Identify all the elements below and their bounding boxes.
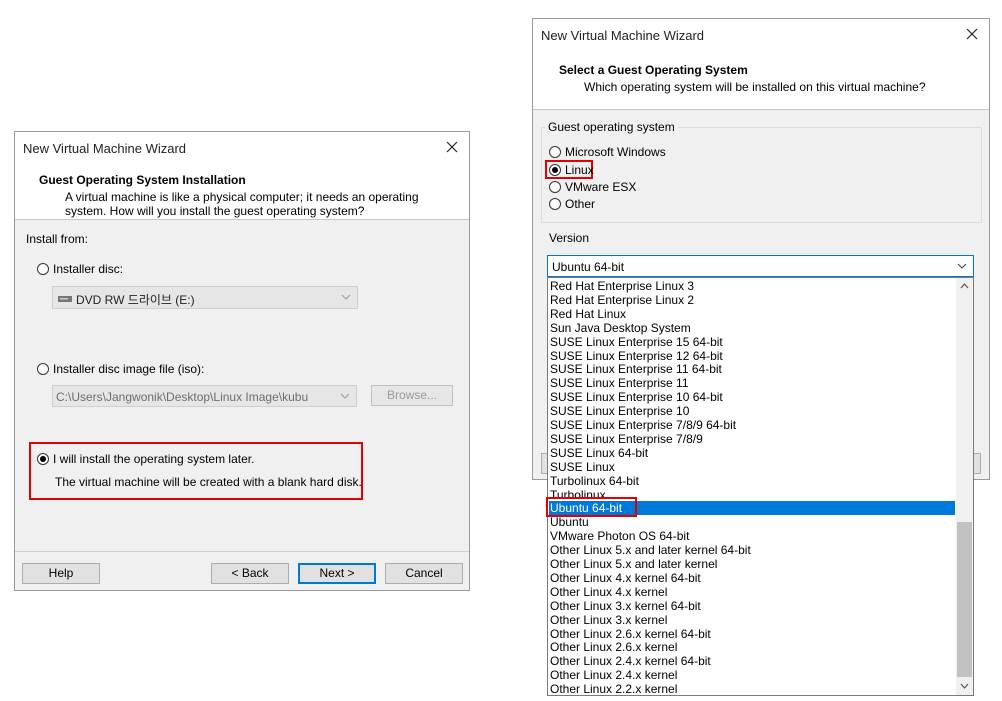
next-button[interactable]: Next > <box>298 563 376 584</box>
version-list-item[interactable]: Other Linux 3.x kernel 64-bit <box>550 599 701 613</box>
left-title-bar: New Virtual Machine Wizard <box>15 132 469 164</box>
version-list-item[interactable]: SUSE Linux 64-bit <box>550 446 648 460</box>
install-later-label[interactable]: I will install the operating system late… <box>53 452 254 466</box>
version-list-item[interactable]: SUSE Linux Enterprise 12 64-bit <box>550 349 723 363</box>
ubuntu-item-highlight <box>546 497 637 517</box>
version-list-item[interactable]: SUSE Linux Enterprise 10 <box>550 404 689 418</box>
os-radio-linux[interactable] <box>549 164 561 176</box>
left-header-subtitle-1: A virtual machine is like a physical com… <box>65 190 419 204</box>
right-header-title: Select a Guest Operating System <box>559 63 748 77</box>
version-list-item[interactable]: SUSE Linux Enterprise 7/8/9 64-bit <box>550 418 736 432</box>
later-option-highlight <box>29 442 363 500</box>
browse-button[interactable]: Browse... <box>371 385 453 406</box>
install-from-label: Install from: <box>26 232 89 246</box>
version-group-label: Version <box>549 231 590 245</box>
version-list-item[interactable]: VMware Photon OS 64-bit <box>550 529 689 543</box>
cancel-button[interactable]: Cancel <box>385 563 463 584</box>
iso-radio[interactable] <box>37 363 49 375</box>
version-list-item[interactable]: SUSE Linux Enterprise 15 64-bit <box>550 335 723 349</box>
version-list-item[interactable]: Other Linux 2.4.x kernel 64-bit <box>550 654 711 668</box>
version-list-item[interactable]: Other Linux 2.6.x kernel <box>550 640 677 654</box>
right-header-subtitle: Which operating system will be installed… <box>584 80 926 94</box>
version-list-item[interactable]: Red Hat Linux <box>550 307 626 321</box>
version-list-item[interactable]: Other Linux 2.6.x kernel 64-bit <box>550 627 711 641</box>
version-list-item[interactable]: Other Linux 5.x and later kernel <box>550 557 717 571</box>
version-list-item[interactable]: Other Linux 5.x and later kernel 64-bit <box>550 543 751 557</box>
scroll-thumb[interactable] <box>957 522 972 677</box>
scroll-down-icon[interactable] <box>960 683 969 689</box>
chevron-down-icon <box>340 393 350 399</box>
close-icon[interactable] <box>441 136 463 158</box>
os-label-linux[interactable]: Linux <box>565 163 594 177</box>
left-header-subtitle-2: system. How will you install the guest o… <box>65 204 365 218</box>
os-label-esx[interactable]: VMware ESX <box>565 180 636 194</box>
os-radio-esx[interactable] <box>549 181 561 193</box>
help-button[interactable]: Help <box>22 563 100 584</box>
version-list-item[interactable]: Red Hat Enterprise Linux 2 <box>550 293 694 307</box>
guest-os-group-label: Guest operating system <box>545 120 678 134</box>
install-later-radio[interactable] <box>37 453 49 465</box>
os-radio-other[interactable] <box>549 198 561 210</box>
back-button[interactable]: < Back <box>211 563 289 584</box>
version-list-item[interactable]: Turbolinux 64-bit <box>550 474 639 488</box>
left-wizard-dialog: New Virtual Machine Wizard Guest Operati… <box>14 131 470 591</box>
installer-disc-radio[interactable] <box>37 263 49 275</box>
installer-disc-select[interactable]: DVD RW 드라이브 (E:) <box>52 286 358 309</box>
version-list-item[interactable]: Other Linux 4.x kernel 64-bit <box>550 571 701 585</box>
version-select-value: Ubuntu 64-bit <box>552 260 625 274</box>
right-title-bar: New Virtual Machine Wizard <box>533 19 989 51</box>
version-list-item[interactable]: SUSE Linux Enterprise 10 64-bit <box>550 390 723 404</box>
version-dropdown-list[interactable]: Red Hat Enterprise Linux 3 Red Hat Enterp… <box>547 277 974 696</box>
version-list-item[interactable]: Red Hat Enterprise Linux 3 <box>550 279 694 293</box>
right-dialog-title: New Virtual Machine Wizard <box>541 28 705 43</box>
os-label-other[interactable]: Other <box>565 197 595 211</box>
footer-divider <box>15 551 469 552</box>
installer-disc-value: DVD RW 드라이브 (E:) <box>76 293 195 307</box>
left-header-title: Guest Operating System Installation <box>39 173 246 187</box>
right-header: Select a Guest Operating System Which op… <box>533 51 989 110</box>
dropdown-scrollbar[interactable] <box>956 278 973 695</box>
installer-disc-label[interactable]: Installer disc: <box>53 262 123 276</box>
os-label-windows[interactable]: Microsoft Windows <box>565 145 666 159</box>
dvd-drive-icon <box>58 296 72 302</box>
version-list-item[interactable]: Ubuntu <box>550 515 589 529</box>
close-icon[interactable] <box>961 23 983 45</box>
version-list-item[interactable]: Sun Java Desktop System <box>550 321 691 335</box>
chevron-down-icon <box>957 263 967 269</box>
install-later-description: The virtual machine will be created with… <box>55 475 362 489</box>
version-list-item[interactable]: SUSE Linux <box>550 460 615 474</box>
iso-path-select[interactable]: C:\Users\Jangwonik\Desktop\Linux Image\k… <box>52 385 357 407</box>
version-list-item[interactable]: Other Linux 4.x kernel <box>550 585 667 599</box>
left-header: Guest Operating System Installation A vi… <box>15 164 469 220</box>
guest-os-group <box>541 127 982 223</box>
version-list-item[interactable]: Other Linux 3.x kernel <box>550 613 667 627</box>
version-list-item[interactable]: SUSE Linux Enterprise 7/8/9 <box>550 432 703 446</box>
version-list-item[interactable]: SUSE Linux Enterprise 11 <box>550 376 689 390</box>
left-dialog-title: New Virtual Machine Wizard <box>23 141 187 156</box>
iso-label[interactable]: Installer disc image file (iso): <box>53 362 204 376</box>
version-list-item[interactable]: SUSE Linux Enterprise 11 64-bit <box>550 362 722 376</box>
version-list-item[interactable]: Other Linux 2.2.x kernel <box>550 682 677 695</box>
os-radio-windows[interactable] <box>549 146 561 158</box>
scroll-up-icon[interactable] <box>960 283 969 289</box>
iso-path-value: C:\Users\Jangwonik\Desktop\Linux Image\k… <box>56 390 309 404</box>
chevron-down-icon <box>341 294 351 300</box>
version-list-item[interactable]: Other Linux 2.4.x kernel <box>550 668 677 682</box>
version-select[interactable]: Ubuntu 64-bit <box>547 255 974 277</box>
